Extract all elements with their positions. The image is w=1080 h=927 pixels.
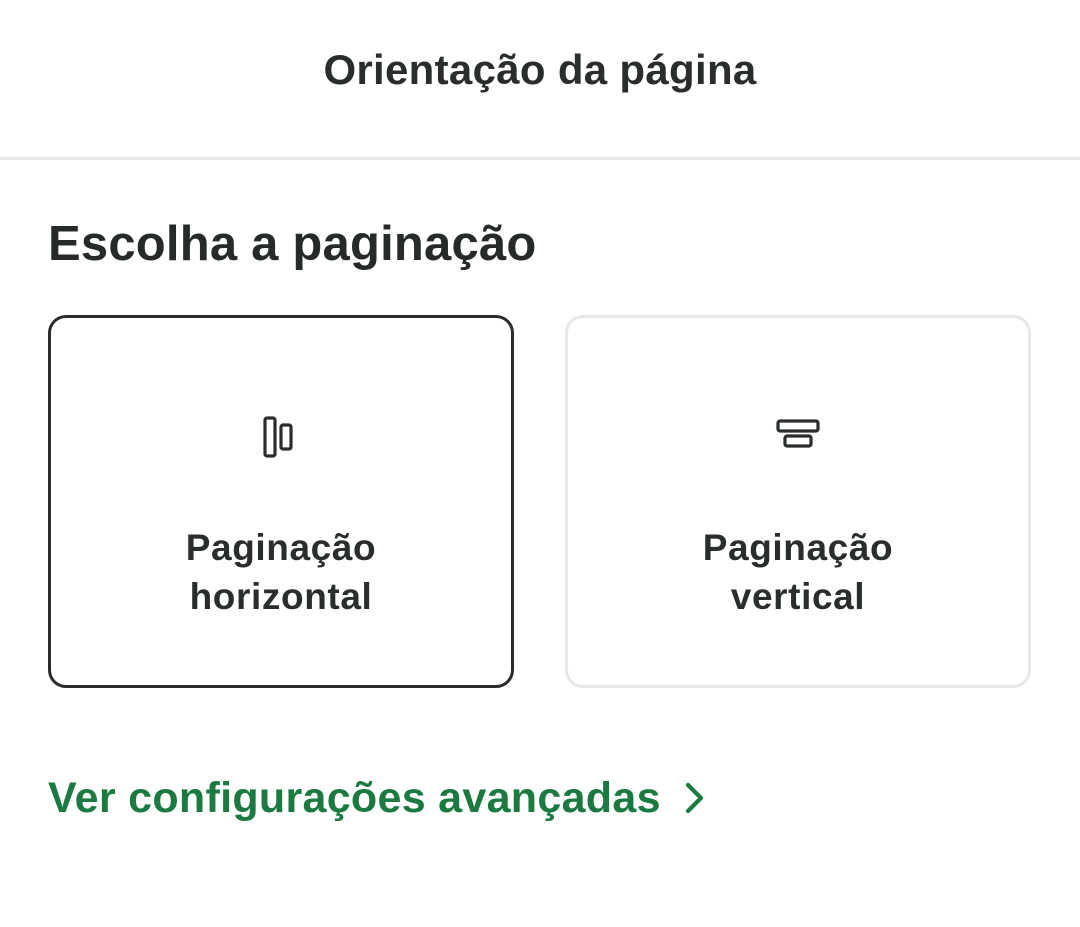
horizontal-pagination-icon: [263, 416, 293, 458]
option-label-line2: horizontal: [189, 576, 373, 617]
chevron-right-icon: [685, 782, 703, 814]
vertical-pagination-icon: [776, 419, 820, 448]
advanced-settings-label: Ver configurações avançadas: [48, 774, 661, 822]
page-title: Orientação da página: [323, 46, 757, 93]
option-label-line1: Paginação: [185, 527, 377, 568]
option-vertical-pagination[interactable]: Paginação vertical: [565, 315, 1031, 688]
option-label: Paginação horizontal: [71, 523, 491, 621]
option-label-line1: Paginação: [702, 527, 894, 568]
option-label-line2: vertical: [730, 576, 866, 617]
dialog-header: Orientação da página: [0, 0, 1080, 160]
section-title: Escolha a paginação: [48, 217, 537, 271]
option-horizontal-pagination[interactable]: Paginação horizontal: [48, 315, 514, 688]
option-label: Paginação vertical: [588, 523, 1008, 621]
advanced-settings-link[interactable]: Ver configurações avançadas: [48, 770, 707, 826]
